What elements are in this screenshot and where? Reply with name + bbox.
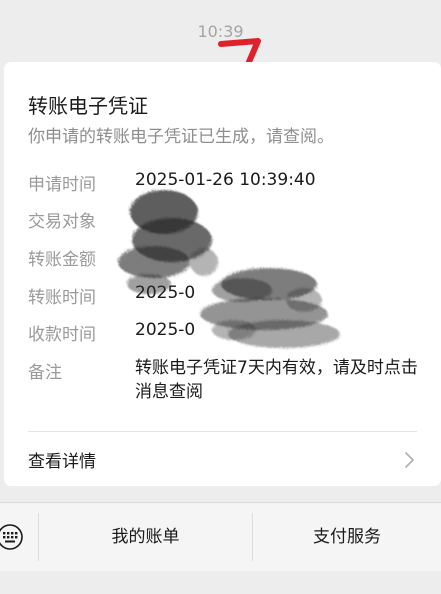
row-value-transfer-time: 2025-0	[135, 283, 196, 303]
menu-item-payment-services[interactable]: 支付服务	[253, 503, 441, 571]
transfer-voucher-card[interactable]: 转账电子凭证 你申请的转账电子凭证已生成，请查阅。 申请时间 2025-01-2…	[4, 62, 441, 486]
row-label-receive-time: 收款时间	[28, 325, 96, 345]
card-title: 转账电子凭证	[28, 94, 148, 118]
view-details-link[interactable]: 查看详情	[4, 434, 441, 484]
keyboard-icon	[0, 524, 23, 550]
row-value-receive-time: 2025-0	[135, 320, 196, 340]
card-divider	[28, 431, 417, 432]
card-subtitle: 你申请的转账电子凭证已生成，请查阅。	[28, 127, 334, 147]
row-label-amount: 转账金额	[28, 250, 96, 270]
row-value-remark: 转账电子凭证7天内有效，请及时点击消息查阅	[135, 358, 418, 402]
row-value-apply-time: 2025-01-26 10:39:40	[135, 170, 316, 190]
keyboard-toggle-button[interactable]	[0, 503, 38, 571]
menu-item-my-bills[interactable]: 我的账单	[39, 503, 252, 571]
service-menu-bar: 我的账单 支付服务	[0, 502, 441, 571]
chevron-right-icon	[405, 452, 414, 468]
row-label-remark: 备注	[28, 363, 62, 383]
view-details-label: 查看详情	[28, 452, 96, 472]
row-label-counterparty: 交易对象	[28, 212, 96, 232]
row-label-apply-time: 申请时间	[28, 175, 96, 195]
row-label-transfer-time: 转账时间	[28, 288, 96, 308]
